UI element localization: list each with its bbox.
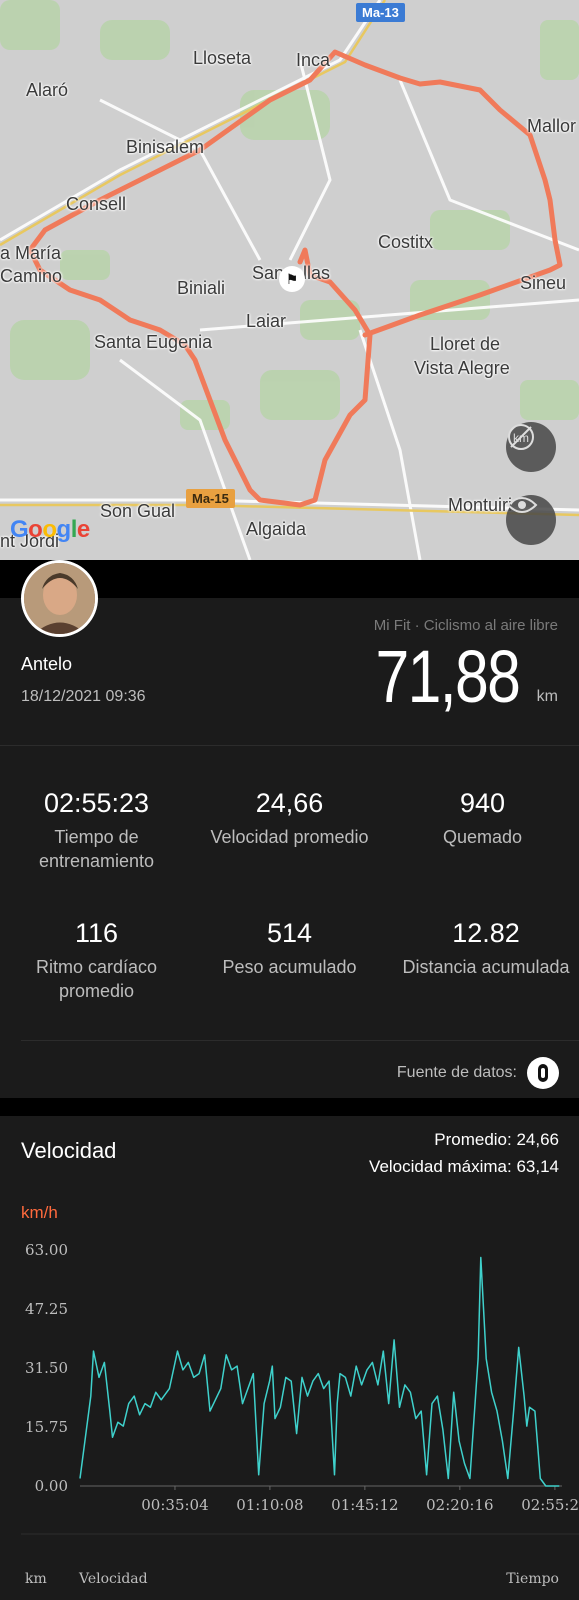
place-label: Montuiri xyxy=(448,495,513,515)
google-logo: Google xyxy=(10,516,90,543)
place-label: Son Gual xyxy=(100,501,176,521)
divider xyxy=(21,1040,579,1041)
stat-label: Distancia acumulada xyxy=(402,957,570,977)
workout-source: Mi Fit · Ciclismo al aire libre xyxy=(373,617,558,634)
stat-value: 116 xyxy=(74,918,119,948)
y-tick-label: 47.25 xyxy=(25,1300,68,1318)
band-icon xyxy=(538,1064,548,1082)
y-tick-label: 63.00 xyxy=(25,1241,68,1259)
place-label: Algaida xyxy=(246,519,307,539)
eye-icon xyxy=(506,497,538,513)
data-source-device-icon[interactable] xyxy=(527,1057,559,1089)
stat-value: 940 xyxy=(459,788,506,818)
x-tick-label: 02:55:23 xyxy=(521,1496,579,1514)
stats-panel: 02:55:23 Tiempo de entrenamiento 24,66 V… xyxy=(0,745,579,1098)
workout-datetime: 18/12/2021 09:36 xyxy=(21,688,146,705)
avatar[interactable] xyxy=(21,560,98,637)
place-label: Costitx xyxy=(378,232,434,252)
road-badge-ma15: Ma-15 xyxy=(186,489,235,508)
x-tick-label: 02:20:16 xyxy=(426,1496,493,1514)
place-label: Alaró xyxy=(26,80,69,100)
speed-series-line xyxy=(79,1256,560,1487)
stat-label: Velocidad promedio xyxy=(210,827,369,847)
x-tick-label: 00:35:04 xyxy=(141,1496,208,1514)
place-label: Binisalem xyxy=(126,137,205,157)
user-photo xyxy=(24,563,95,634)
finish-flag-icon: ⚑ xyxy=(279,266,305,292)
toggle-visibility-button[interactable] xyxy=(506,495,556,545)
place-label: Santa Eugenia xyxy=(94,332,213,352)
stat-label: Quemado xyxy=(442,827,523,847)
road-badge-ma13: Ma-13 xyxy=(356,3,405,22)
x-tick-label: 01:45:12 xyxy=(331,1496,398,1514)
stat-value: 12.82 xyxy=(452,918,520,948)
data-source-label: Fuente de datos: xyxy=(396,1064,517,1081)
footer-km-label[interactable]: km xyxy=(25,1571,47,1587)
hide-km-markers-button[interactable]: km xyxy=(506,422,556,472)
stat-label: Tiempo de entrenamiento xyxy=(38,827,155,871)
stat-value: 02:55:23 xyxy=(43,788,150,818)
stat-accumulated-distance: 12.82 Distancia acumulada xyxy=(386,918,579,979)
place-label: Consell xyxy=(66,194,127,214)
place-label: Camino xyxy=(0,266,63,286)
user-name: Antelo xyxy=(21,654,73,674)
km-hide-icon: km xyxy=(508,424,534,450)
speed-chart-card: Velocidad Promedio: 24,66 Velocidad máxi… xyxy=(0,1116,579,1600)
distance-unit: km xyxy=(536,688,558,705)
y-tick-label: 0.00 xyxy=(35,1477,68,1495)
stat-value: 24,66 xyxy=(255,788,324,818)
place-label: Lloseta xyxy=(193,48,252,68)
route-map[interactable]: Ma-13 Ma-15 Lloseta Inca Alaró Binisalem… xyxy=(0,0,579,560)
place-label: Biniali xyxy=(177,278,226,298)
y-tick-label: 15.75 xyxy=(25,1418,68,1436)
stat-value: 514 xyxy=(266,918,313,948)
place-label: Lloret de xyxy=(430,334,501,354)
place-label: Vista Alegre xyxy=(414,358,510,378)
place-label: Sineu xyxy=(520,273,567,293)
stat-training-time: 02:55:23 Tiempo de entrenamiento xyxy=(0,788,193,873)
total-distance: 71,88 xyxy=(375,635,520,718)
place-label: Inca xyxy=(296,50,331,70)
stat-avg-heart-rate: 116 Ritmo cardíaco promedio xyxy=(0,918,193,1003)
footer-speed-label[interactable]: Velocidad xyxy=(79,1571,148,1587)
y-tick-label: 31.50 xyxy=(25,1359,68,1377)
stat-accumulated-weight: 514 Peso acumulado xyxy=(193,918,386,979)
stat-label: Ritmo cardíaco promedio xyxy=(35,957,158,1001)
footer-time-label[interactable]: Tiempo xyxy=(506,1571,559,1587)
speed-chart[interactable]: 63.00 47.25 31.50 15.75 0.00 00:35:04 01:10:08… xyxy=(0,1116,579,1600)
place-label: Mallor xyxy=(527,116,577,136)
place-label: Laiar xyxy=(246,311,287,331)
x-tick-label: 01:10:08 xyxy=(236,1496,303,1514)
place-label: a María xyxy=(0,243,62,263)
stat-calories: 940 Quemado xyxy=(386,788,579,849)
stat-label: Peso acumulado xyxy=(222,957,357,977)
stat-avg-speed: 24,66 Velocidad promedio xyxy=(193,788,386,849)
